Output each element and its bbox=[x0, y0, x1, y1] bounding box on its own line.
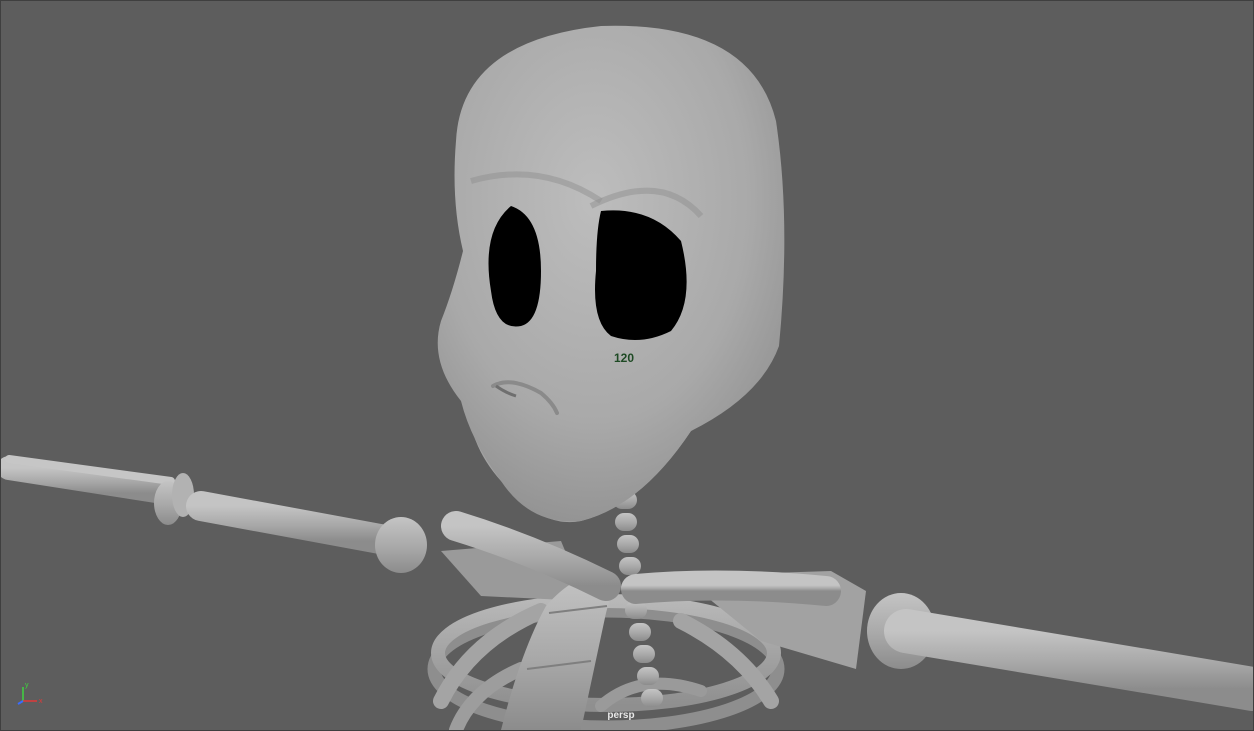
axis-gizmo: y x bbox=[17, 682, 43, 705]
perspective-viewport[interactable]: 120 y x persp bbox=[0, 0, 1254, 731]
frame-counter: 120 bbox=[614, 351, 635, 365]
skeleton-model[interactable] bbox=[1, 1, 1253, 730]
axis-x-label: x bbox=[39, 698, 43, 705]
axis-y-label: y bbox=[25, 682, 29, 689]
right-arm-bones bbox=[867, 593, 1253, 711]
left-arm-bones bbox=[1, 455, 427, 573]
camera-name-label: persp bbox=[607, 710, 635, 721]
